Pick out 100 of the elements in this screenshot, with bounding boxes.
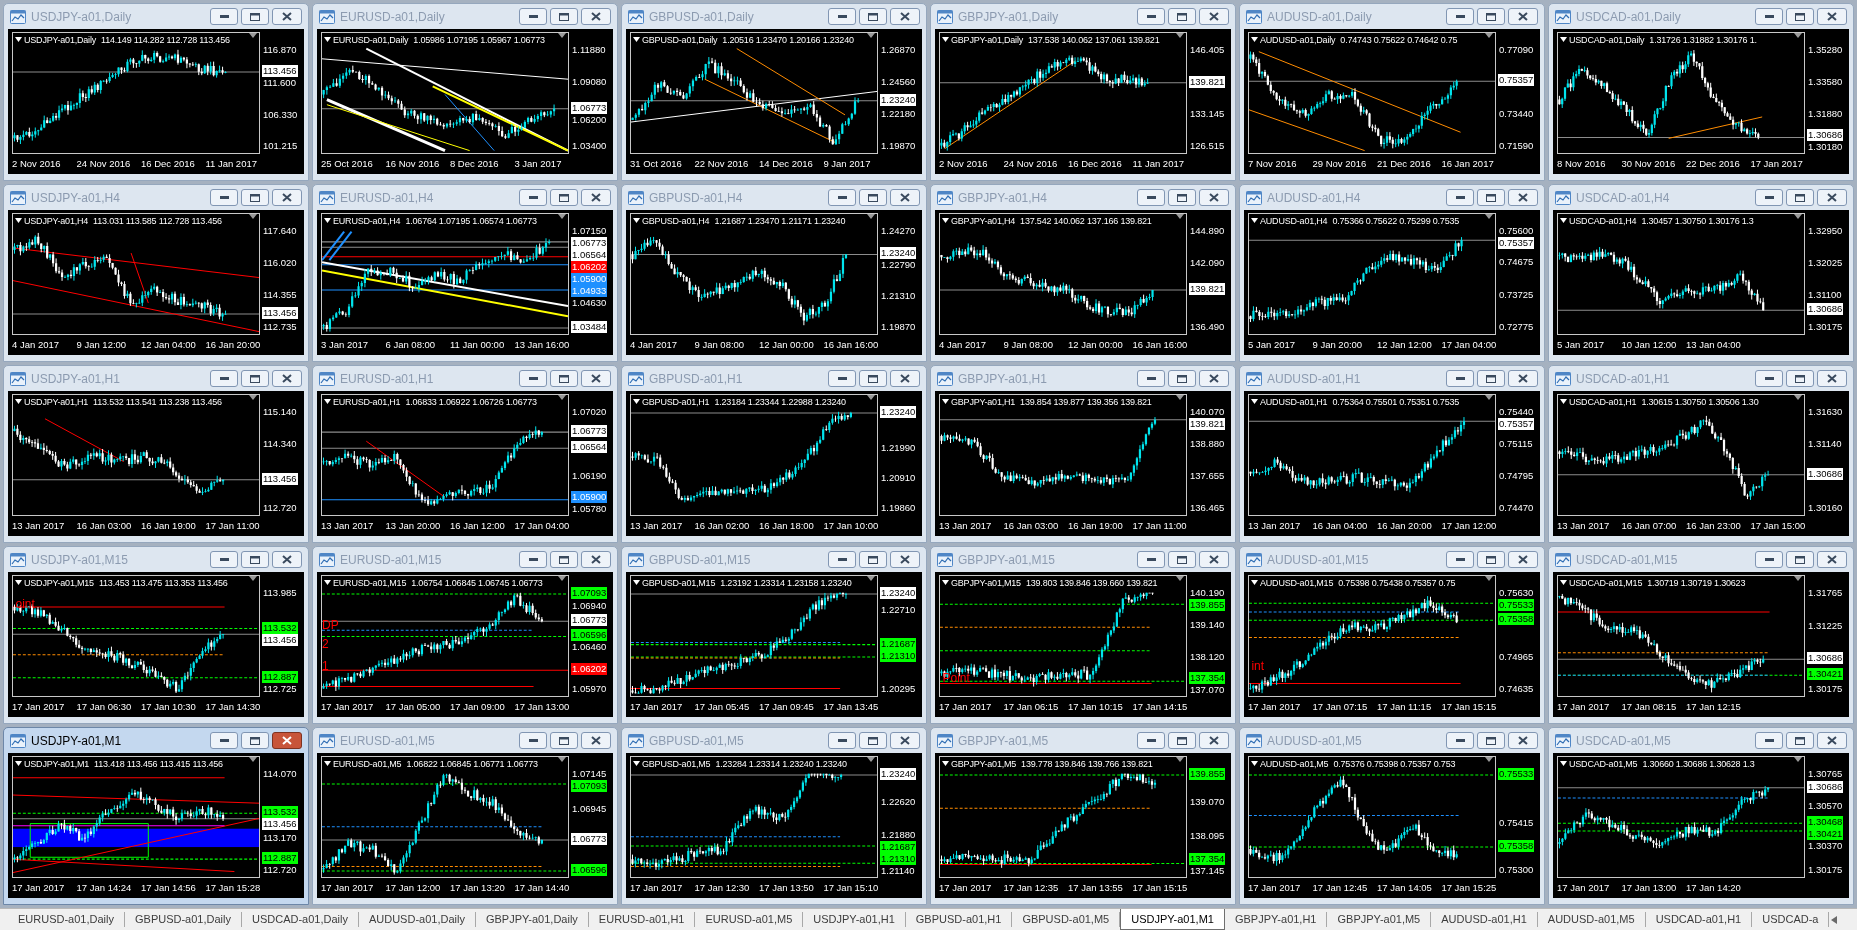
minimize-button[interactable] [210, 189, 238, 206]
maximize-button[interactable] [1168, 189, 1196, 206]
dropdown-triangle-icon[interactable] [324, 399, 331, 404]
chart-shift-marker-icon[interactable] [249, 214, 257, 219]
dropdown-triangle-icon[interactable] [1251, 580, 1258, 585]
dropdown-triangle-icon[interactable] [1251, 37, 1258, 42]
close-button[interactable] [1817, 732, 1847, 749]
minimize-button[interactable] [1446, 8, 1474, 25]
close-button[interactable] [890, 732, 920, 749]
dropdown-triangle-icon[interactable] [15, 580, 22, 585]
chart-tab[interactable]: EURUSD-a01,Daily [8, 912, 125, 927]
dropdown-triangle-icon[interactable] [942, 218, 949, 223]
minimize-button[interactable] [1137, 8, 1165, 25]
close-button[interactable] [1508, 732, 1538, 749]
minimize-button[interactable] [210, 732, 238, 749]
maximize-button[interactable] [1477, 732, 1505, 749]
chart-shift-marker-icon[interactable] [867, 33, 875, 38]
maximize-button[interactable] [1786, 8, 1814, 25]
dropdown-triangle-icon[interactable] [324, 218, 331, 223]
dropdown-triangle-icon[interactable] [942, 399, 949, 404]
maximize-button[interactable] [550, 8, 578, 25]
close-button[interactable] [1817, 370, 1847, 387]
dropdown-triangle-icon[interactable] [15, 37, 22, 42]
dropdown-triangle-icon[interactable] [1560, 399, 1567, 404]
chart-tab[interactable]: USDJPY-a01,M1 [1120, 909, 1225, 930]
chart-shift-marker-icon[interactable] [558, 395, 566, 400]
close-button[interactable] [1508, 189, 1538, 206]
maximize-button[interactable] [241, 8, 269, 25]
dropdown-triangle-icon[interactable] [1560, 761, 1567, 766]
minimize-button[interactable] [519, 551, 547, 568]
chart-shift-marker-icon[interactable] [1794, 576, 1802, 581]
maximize-button[interactable] [241, 551, 269, 568]
maximize-button[interactable] [550, 370, 578, 387]
chart-shift-marker-icon[interactable] [1176, 395, 1184, 400]
chart-tab[interactable]: GBPUSD-a01,Daily [125, 912, 242, 927]
chart-tab[interactable]: USDCAD-a01,H1 [1645, 912, 1753, 927]
close-button[interactable] [581, 8, 611, 25]
close-button[interactable] [890, 551, 920, 568]
close-button[interactable] [1199, 551, 1229, 568]
close-button[interactable] [890, 370, 920, 387]
close-button[interactable] [272, 8, 302, 25]
close-button[interactable] [1817, 8, 1847, 25]
chart-shift-marker-icon[interactable] [1176, 757, 1184, 762]
maximize-button[interactable] [241, 189, 269, 206]
chart-shift-marker-icon[interactable] [249, 576, 257, 581]
close-button[interactable] [581, 732, 611, 749]
chart-tab[interactable]: EURUSD-a01,M5 [695, 912, 804, 927]
maximize-button[interactable] [550, 189, 578, 206]
minimize-button[interactable] [1446, 551, 1474, 568]
minimize-button[interactable] [1755, 8, 1783, 25]
maximize-button[interactable] [1477, 189, 1505, 206]
scroll-left-icon[interactable] [1831, 915, 1838, 924]
minimize-button[interactable] [1446, 189, 1474, 206]
dropdown-triangle-icon[interactable] [1251, 218, 1258, 223]
maximize-button[interactable] [859, 189, 887, 206]
minimize-button[interactable] [828, 370, 856, 387]
minimize-button[interactable] [1446, 370, 1474, 387]
close-button[interactable] [272, 732, 302, 749]
maximize-button[interactable] [1168, 551, 1196, 568]
chart-shift-marker-icon[interactable] [1794, 757, 1802, 762]
close-button[interactable] [1199, 732, 1229, 749]
maximize-button[interactable] [859, 8, 887, 25]
dropdown-triangle-icon[interactable] [1560, 37, 1567, 42]
dropdown-triangle-icon[interactable] [633, 580, 640, 585]
chart-tab[interactable]: AUDUSD-a01,M5 [1537, 912, 1646, 927]
minimize-button[interactable] [1137, 370, 1165, 387]
chart-tab[interactable]: GBPJPY-a01,H1 [1224, 912, 1328, 927]
chart-shift-marker-icon[interactable] [1485, 214, 1493, 219]
chart-tab[interactable]: USDJPY-a01,H1 [803, 912, 906, 927]
chart-shift-marker-icon[interactable] [867, 214, 875, 219]
chart-tab[interactable]: EURUSD-a01,H1 [588, 912, 696, 927]
minimize-button[interactable] [519, 8, 547, 25]
dropdown-triangle-icon[interactable] [324, 580, 331, 585]
dropdown-triangle-icon[interactable] [324, 761, 331, 766]
close-button[interactable] [890, 8, 920, 25]
close-button[interactable] [581, 551, 611, 568]
minimize-button[interactable] [1755, 370, 1783, 387]
chart-shift-marker-icon[interactable] [867, 576, 875, 581]
minimize-button[interactable] [828, 8, 856, 25]
dropdown-triangle-icon[interactable] [15, 218, 22, 223]
maximize-button[interactable] [1477, 370, 1505, 387]
chart-shift-marker-icon[interactable] [1794, 33, 1802, 38]
close-button[interactable] [1817, 189, 1847, 206]
chart-shift-marker-icon[interactable] [1485, 757, 1493, 762]
chart-shift-marker-icon[interactable] [558, 214, 566, 219]
chart-tab[interactable]: AUDUSD-a01,H1 [1431, 912, 1538, 927]
chart-shift-marker-icon[interactable] [1176, 576, 1184, 581]
chart-tab[interactable]: GBPJPY-a01,Daily [475, 912, 589, 927]
minimize-button[interactable] [1137, 732, 1165, 749]
close-button[interactable] [1199, 370, 1229, 387]
minimize-button[interactable] [1446, 732, 1474, 749]
dropdown-triangle-icon[interactable] [942, 580, 949, 585]
maximize-button[interactable] [550, 732, 578, 749]
dropdown-triangle-icon[interactable] [633, 218, 640, 223]
maximize-button[interactable] [1168, 732, 1196, 749]
maximize-button[interactable] [859, 551, 887, 568]
maximize-button[interactable] [859, 732, 887, 749]
close-button[interactable] [1508, 551, 1538, 568]
close-button[interactable] [272, 370, 302, 387]
chart-shift-marker-icon[interactable] [1485, 33, 1493, 38]
